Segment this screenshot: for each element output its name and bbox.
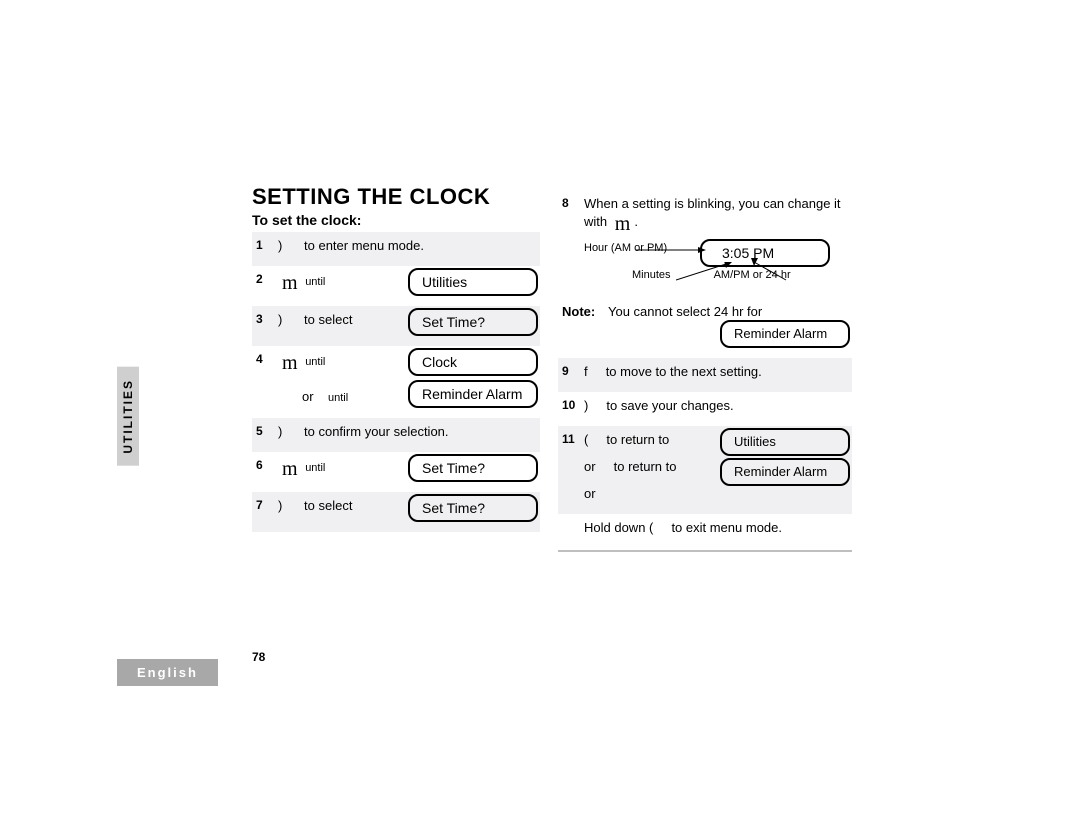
step-or2: or: [584, 486, 848, 501]
m-icon: m: [615, 213, 631, 236]
step-6: 6 m until Set Time?: [252, 452, 540, 492]
step-2: 2 m until Utilities: [252, 266, 540, 306]
step-10: 10 ) to save your changes.: [558, 392, 852, 426]
lcd-clock: Clock: [408, 348, 538, 376]
step-sym: ): [278, 498, 282, 513]
step-8: 8 When a setting is blinking, you can ch…: [558, 190, 852, 242]
lcd-reminder: Reminder Alarm: [408, 380, 538, 408]
step-text: to confirm your selection.: [304, 424, 449, 439]
step-or: or: [302, 389, 314, 404]
step-until: until: [305, 356, 325, 368]
step-text: to enter menu mode.: [304, 238, 424, 253]
step-text: When a setting is blinking, you can chan…: [584, 196, 841, 211]
step-text: to return to: [606, 432, 669, 447]
step-text2: to return to: [614, 459, 677, 474]
step-num: 2: [256, 272, 263, 286]
side-tab-english: English: [117, 659, 218, 686]
step-num: 7: [256, 498, 263, 512]
step-sym: ): [278, 424, 282, 439]
step-3: 3 ) to select Set Time?: [252, 306, 540, 346]
step-text: to select: [304, 498, 352, 513]
step-4: 4 m until Clock or until Reminder Alarm: [252, 346, 540, 418]
step-num: 4: [256, 352, 263, 366]
lcd-settime: Set Time?: [408, 454, 538, 482]
lcd-reminder: Reminder Alarm: [720, 320, 850, 348]
m-icon: m: [282, 352, 298, 375]
arrow-icon: [748, 258, 792, 286]
side-tab-utilities: UTILITIES: [117, 367, 139, 466]
section-divider: [558, 550, 852, 552]
step-num: 1: [256, 238, 263, 252]
arrow-icon: [676, 262, 736, 286]
step-num: 9: [562, 364, 569, 378]
lcd-utilities: Utilities: [720, 428, 850, 456]
page-number: 78: [252, 650, 265, 664]
step-num: 3: [256, 312, 263, 326]
m-icon: m: [282, 272, 298, 295]
step-sym: ): [278, 238, 282, 253]
step-num: 11: [562, 432, 575, 446]
column-left: 1 ) to enter menu mode. 2 m until Utilit…: [252, 232, 540, 532]
step-7: 7 ) to select Set Time?: [252, 492, 540, 532]
step-sym: f: [584, 364, 588, 379]
step-num: 10: [562, 398, 575, 412]
time-min-label: Minutes: [632, 269, 671, 281]
step-num: 6: [256, 458, 263, 472]
step-sym: ): [584, 398, 588, 413]
step-text: to move to the next setting.: [606, 364, 762, 379]
step-hold: Hold down ( to exit menu mode.: [558, 514, 852, 548]
step-text: to save your changes.: [606, 398, 733, 413]
step-sym: ): [278, 312, 282, 327]
lcd-reminder: Reminder Alarm: [720, 458, 850, 486]
lcd-utilities: Utilities: [408, 268, 538, 296]
step-until: until: [305, 462, 325, 474]
column-right: 8 When a setting is blinking, you can ch…: [558, 190, 852, 563]
step-sym: (: [584, 432, 588, 447]
step-or: or: [584, 459, 596, 474]
step-until: until: [328, 392, 348, 404]
step-9: 9 f to move to the next setting.: [558, 358, 852, 392]
note-label: Note:: [562, 304, 595, 319]
m-icon: m: [282, 458, 298, 481]
step-5: 5 ) to confirm your selection.: [252, 418, 540, 452]
step-text: to select: [304, 312, 352, 327]
page-subtitle: To set the clock:: [252, 212, 361, 228]
step-num: 8: [562, 196, 569, 210]
step-note: Note: You cannot select 24 hr for Remind…: [558, 298, 852, 358]
step-text2: with: [584, 214, 607, 229]
lcd-settime: Set Time?: [408, 308, 538, 336]
page-title: SETTING THE CLOCK: [252, 184, 490, 210]
lcd-settime: Set Time?: [408, 494, 538, 522]
hold-t1: Hold down (: [584, 520, 653, 535]
note-text: You cannot select 24 hr for: [608, 304, 762, 319]
step-11: 11 ( to return to Utilities or to return…: [558, 426, 852, 514]
step-num: 5: [256, 424, 263, 438]
step-until: until: [305, 276, 325, 288]
step-1: 1 ) to enter menu mode.: [252, 232, 540, 266]
arrow-icon: [636, 244, 706, 262]
hold-t2: to exit menu mode.: [671, 520, 782, 535]
